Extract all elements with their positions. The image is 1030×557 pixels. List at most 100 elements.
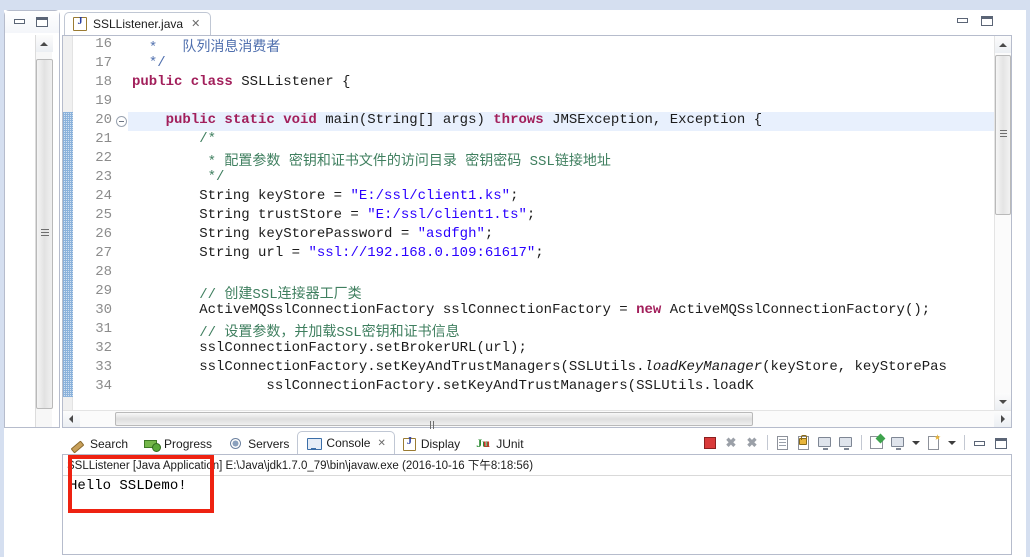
fold-slot	[116, 340, 128, 359]
left-view-maximize-button[interactable]	[35, 16, 49, 28]
tab-progress[interactable]: Progress	[136, 433, 220, 454]
line-number: 19	[74, 93, 116, 112]
fold-slot	[116, 226, 128, 245]
line-number: 25	[74, 207, 116, 226]
terminate-button[interactable]	[701, 434, 719, 452]
scrollbar-thumb[interactable]	[36, 59, 53, 409]
scrollbar-thumb[interactable]	[995, 55, 1011, 215]
open-console-button[interactable]	[925, 434, 943, 452]
tab-label: JUnit	[496, 437, 523, 451]
editor-annotation-ruler[interactable]	[63, 36, 73, 427]
chevron-up-icon	[40, 42, 48, 46]
code-line[interactable]: /*	[128, 131, 994, 150]
maximize-view-button[interactable]	[992, 434, 1010, 452]
fold-slot	[116, 55, 128, 74]
line-number: 26	[74, 226, 116, 245]
editor-horizontal-scrollbar[interactable]	[63, 410, 1011, 427]
show-console-on-error-button[interactable]	[837, 434, 855, 452]
code-line[interactable]: */	[128, 55, 994, 74]
scroll-right-button[interactable]	[994, 411, 1011, 427]
change-marker-bar	[63, 112, 73, 397]
scroll-up-button[interactable]	[995, 36, 1011, 53]
close-icon[interactable]: ✕	[377, 438, 385, 449]
editor-folding-column[interactable]	[116, 36, 128, 427]
remove-launch-button[interactable]: ✖	[722, 434, 740, 452]
editor-line-numbers: 16171819202122232425262728293031323334	[74, 36, 116, 427]
code-line[interactable]: sslConnectionFactory.setBrokerURL(url);	[128, 340, 994, 359]
tab-junit[interactable]: JUnit	[468, 433, 531, 454]
fold-slot	[116, 169, 128, 188]
fold-slot	[116, 150, 128, 169]
code-line[interactable]: String trustStore = "E:/ssl/client1.ts";	[128, 207, 994, 226]
servers-icon	[228, 436, 243, 451]
code-line[interactable]: String url = "ssl://192.168.0.109:61617"…	[128, 245, 994, 264]
clear-console-button[interactable]	[774, 434, 792, 452]
maximize-icon	[981, 16, 993, 26]
editor-text-area[interactable]: 16171819202122232425262728293031323334 *…	[62, 35, 1012, 428]
line-number: 20	[74, 112, 116, 131]
chevron-down-icon	[999, 400, 1007, 404]
scroll-up-button[interactable]	[36, 35, 53, 52]
tab-console[interactable]: Console✕	[297, 431, 394, 454]
scroll-left-button[interactable]	[63, 411, 80, 427]
tab-label: Display	[421, 437, 460, 451]
minimize-view-button[interactable]	[971, 434, 989, 452]
fold-slot	[116, 378, 128, 397]
fold-slot	[116, 359, 128, 378]
left-view-vertical-scrollbar[interactable]	[35, 35, 52, 427]
console-view[interactable]: SSLListener [Java Application] E:\Java\j…	[62, 454, 1012, 555]
close-icon[interactable]: ✕	[191, 19, 200, 30]
scroll-lock-button[interactable]	[795, 434, 813, 452]
editor-minimize-button[interactable]	[956, 15, 970, 27]
window-top-strip	[0, 0, 1030, 10]
progress-icon	[144, 436, 159, 451]
scroll-down-button[interactable]	[995, 393, 1011, 410]
code-line[interactable]	[128, 93, 994, 112]
code-line[interactable]	[128, 264, 994, 283]
tab-search[interactable]: Search	[62, 433, 136, 454]
fold-toggle[interactable]	[116, 112, 128, 131]
eclipse-ide-window: SSLListener.java ✕ 161718192021222324252…	[0, 0, 1030, 557]
editor-tabbar: SSLListener.java ✕	[62, 10, 1012, 35]
code-line[interactable]: public class SSLListener {	[128, 74, 994, 93]
left-view-minimize-button[interactable]	[13, 16, 27, 28]
fold-slot	[116, 36, 128, 55]
editor-tab-sslistener[interactable]: SSLListener.java ✕	[64, 12, 211, 35]
tab-label: Progress	[164, 437, 212, 451]
code-line[interactable]: String keyStore = "E:/ssl/client1.ks";	[128, 188, 994, 207]
left-collapsed-view	[4, 10, 60, 428]
editor-maximize-button[interactable]	[980, 15, 994, 27]
pin-console-button[interactable]	[868, 434, 886, 452]
fold-slot	[116, 74, 128, 93]
display-selected-console-button[interactable]	[889, 434, 907, 452]
code-line[interactable]: * 配置参数 密钥和证书文件的访问目录 密钥密码 SSL链接地址	[128, 150, 994, 169]
tab-display[interactable]: Display	[395, 433, 468, 454]
console-output-text[interactable]: Hello SSLDemo!	[69, 478, 1007, 552]
code-line[interactable]: String keyStorePassword = "asdfgh";	[128, 226, 994, 245]
code-line[interactable]: */	[128, 169, 994, 188]
editor-vertical-scrollbar[interactable]	[994, 36, 1011, 410]
code-line[interactable]: // 设置参数，并加载SSL密钥和证书信息	[128, 321, 994, 340]
code-line[interactable]: * 队列消息消费者	[128, 36, 994, 55]
code-line[interactable]: sslConnectionFactory.setKeyAndTrustManag…	[128, 359, 994, 378]
line-number: 32	[74, 340, 116, 359]
editor-source-code[interactable]: * 队列消息消费者 */public class SSLListener { p…	[128, 36, 994, 410]
fold-slot	[116, 264, 128, 283]
display-console-dropdown[interactable]	[912, 441, 920, 445]
line-number: 31	[74, 321, 116, 340]
remove-all-launches-button[interactable]: ✖	[743, 434, 761, 452]
line-number: 17	[74, 55, 116, 74]
code-line[interactable]: ActiveMQSslConnectionFactory sslConnecti…	[128, 302, 994, 321]
code-line[interactable]: sslConnectionFactory.setKeyAndTrustManag…	[128, 378, 994, 397]
code-line[interactable]: public static void main(String[] args) t…	[128, 112, 994, 131]
show-console-on-output-button[interactable]	[816, 434, 834, 452]
tab-servers[interactable]: Servers	[220, 433, 297, 454]
editor-tab-label: SSLListener.java	[93, 17, 183, 31]
line-number: 24	[74, 188, 116, 207]
open-console-dropdown[interactable]	[948, 441, 956, 445]
code-line[interactable]: // 创建SSL连接器工厂类	[128, 283, 994, 302]
search-icon	[70, 436, 85, 451]
collapse-icon[interactable]	[116, 116, 127, 127]
console-icon	[306, 436, 321, 451]
scrollbar-thumb[interactable]	[115, 412, 753, 426]
